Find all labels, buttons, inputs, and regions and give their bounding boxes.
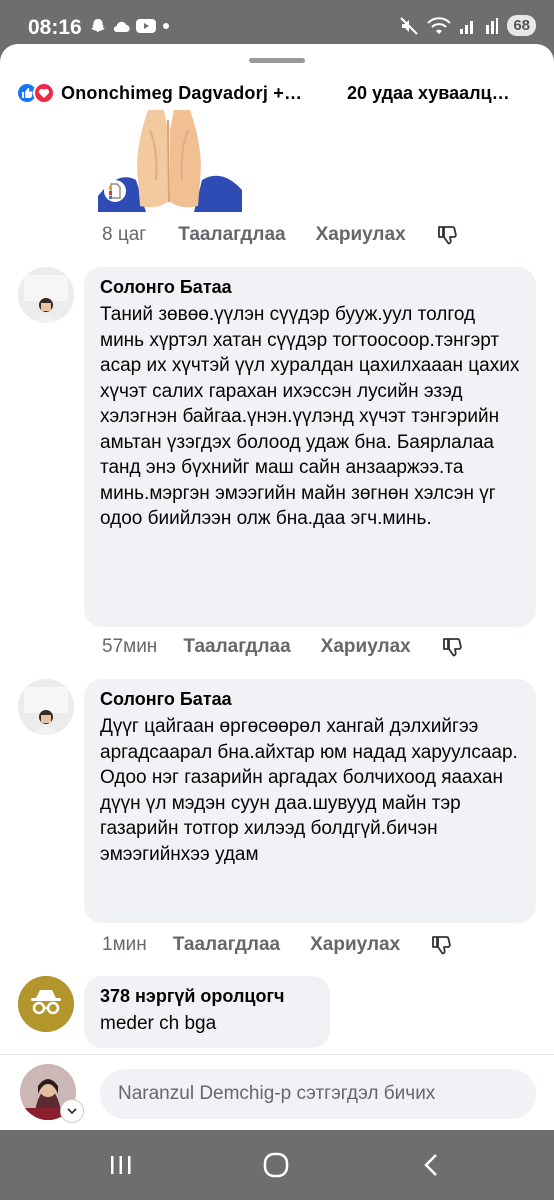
status-left-icons [90, 18, 170, 34]
document-icon [104, 180, 126, 202]
reply-button[interactable]: Хариулах [321, 636, 411, 658]
status-time: 08:16 [28, 16, 82, 39]
comment-input[interactable]: Naranzul Demchig-р сэтгэгдэл бичих [100, 1069, 536, 1119]
recents-icon [111, 1156, 131, 1174]
home-icon [263, 1152, 289, 1178]
comment-text: meder ch bga [100, 1013, 217, 1034]
like-button[interactable]: Таалагдлаа [173, 934, 280, 956]
reactions-bar[interactable]: Ononchimeg Dagvadorj +… 20 удаа хуваалц… [16, 78, 546, 108]
comment-actions-row: 8 цаг Таалагдлаа Хариулах [102, 224, 458, 246]
comment-text: Таний зөвөө.үүлэн сүүдэр бууж.уул толгод… [100, 304, 520, 529]
comment-composer: Naranzul Demchig-р сэтгэгдэл бичих [0, 1054, 554, 1130]
status-right-icons: 68 [399, 15, 536, 36]
dot-icon [163, 23, 169, 29]
snapchat-icon [91, 19, 105, 32]
comments-sheet[interactable]: Ononchimeg Dagvadorj +… 20 удаа хуваалц…… [0, 44, 554, 1130]
like-button[interactable]: Таалагдлаа [178, 224, 285, 246]
comment-time: 1мин [102, 934, 147, 955]
comment-text: Дүүг цайгаан өргөсөөрөл хангай дэлхийгээ… [100, 716, 518, 865]
signal-icon [460, 20, 474, 34]
reply-button[interactable]: Хариулах [316, 224, 406, 246]
reaction-icons [16, 82, 55, 104]
comment-bubble[interactable]: Солонго Батаа Таний зөвөө.үүлэн сүүдэр б… [84, 267, 536, 627]
comment-author[interactable]: 378 нэргүй оролцогч [100, 986, 314, 1007]
comment-author[interactable]: Солонго Батаа [100, 689, 520, 710]
comment-actions-row: 57мин Таалагдлаа Хариулах [102, 636, 463, 658]
wifi-icon [427, 16, 452, 34]
youtube-icon [136, 19, 156, 33]
dislike-icon[interactable] [430, 934, 452, 956]
shares-count[interactable]: 20 удаа хуваалц… [347, 83, 510, 104]
back-button[interactable] [411, 1150, 451, 1180]
avatar[interactable] [18, 679, 74, 735]
sheet-drag-handle[interactable] [249, 58, 305, 63]
avatar[interactable] [18, 267, 74, 323]
cloud-icon [113, 21, 130, 33]
dislike-icon[interactable] [441, 636, 463, 658]
like-button[interactable]: Таалагдлаа [183, 636, 290, 658]
comment-actions-row: 1мин Таалагдлаа Хариулах [102, 934, 452, 956]
comment-author[interactable]: Солонго Батаа [100, 277, 520, 298]
recents-button[interactable] [101, 1150, 141, 1180]
reactors-names[interactable]: Ononchimeg Dagvadorj +… [61, 83, 302, 104]
system-navigation-bar [0, 1130, 554, 1200]
chevron-down-icon[interactable] [60, 1099, 84, 1123]
back-icon [424, 1154, 437, 1176]
love-reaction-icon [33, 82, 55, 104]
anonymous-avatar[interactable] [18, 976, 74, 1032]
reply-button[interactable]: Хариулах [310, 934, 400, 956]
comment-time: 8 цаг [102, 224, 147, 245]
signal-icon-2 [486, 17, 499, 34]
mute-icon [400, 16, 419, 35]
status-bar: 08:16 68 [0, 0, 554, 50]
dislike-icon[interactable] [436, 224, 458, 246]
comment-bubble[interactable]: Солонго Батаа Дүүг цайгаан өргөсөөрөл ха… [84, 679, 536, 923]
home-button[interactable] [256, 1150, 296, 1180]
battery-level: 68 [507, 15, 536, 36]
comment-time: 57мин [102, 636, 158, 657]
comment-bubble[interactable]: 378 нэргүй оролцогч meder ch bga [84, 976, 330, 1048]
